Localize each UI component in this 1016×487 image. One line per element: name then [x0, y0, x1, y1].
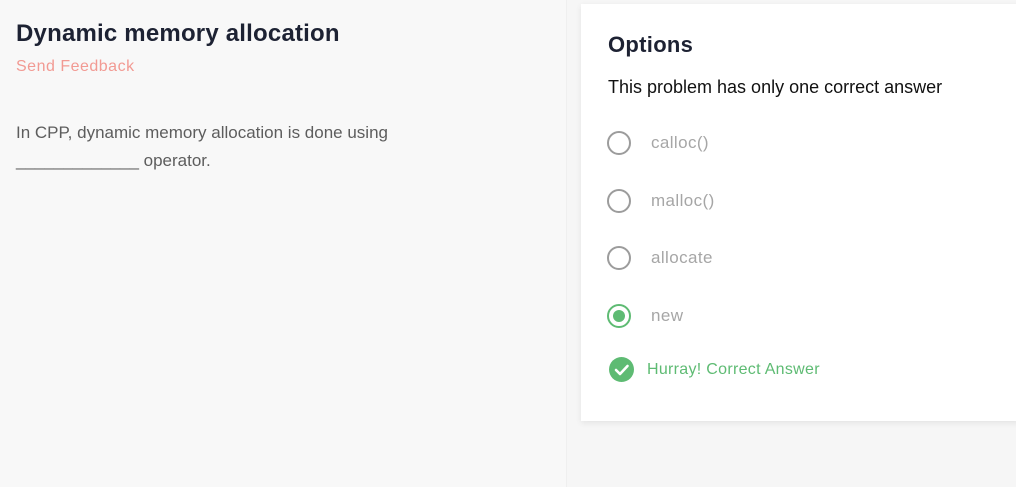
option-malloc[interactable]: malloc() [607, 186, 715, 216]
radio-button[interactable] [607, 131, 631, 155]
check-circle-icon [609, 357, 634, 382]
option-allocate[interactable]: allocate [607, 243, 713, 273]
problem-panel: Dynamic memory allocation Send Feedback … [0, 0, 567, 487]
problem-title: Dynamic memory allocation [16, 20, 340, 47]
option-label: new [651, 306, 684, 325]
radio-button-selected[interactable] [607, 304, 631, 328]
radio-button[interactable] [607, 189, 631, 213]
question-text: In CPP, dynamic memory allocation is don… [16, 123, 388, 170]
radio-button[interactable] [607, 246, 631, 270]
option-label: malloc() [651, 191, 715, 210]
option-new[interactable]: new [607, 301, 683, 331]
options-heading: Options [608, 32, 694, 57]
option-calloc[interactable]: calloc() [607, 128, 709, 158]
send-feedback-link[interactable]: Send Feedback [16, 58, 135, 76]
option-label: calloc() [651, 133, 709, 152]
result-message: Hurray! Correct Answer [609, 357, 820, 382]
options-card: Options This problem has only one correc… [581, 4, 1016, 421]
result-text: Hurray! Correct Answer [647, 360, 820, 378]
option-label: allocate [651, 248, 713, 267]
options-subtitle: This problem has only one correct answer [608, 77, 943, 97]
quiz-page: Dynamic memory allocation Send Feedback … [0, 0, 1016, 487]
